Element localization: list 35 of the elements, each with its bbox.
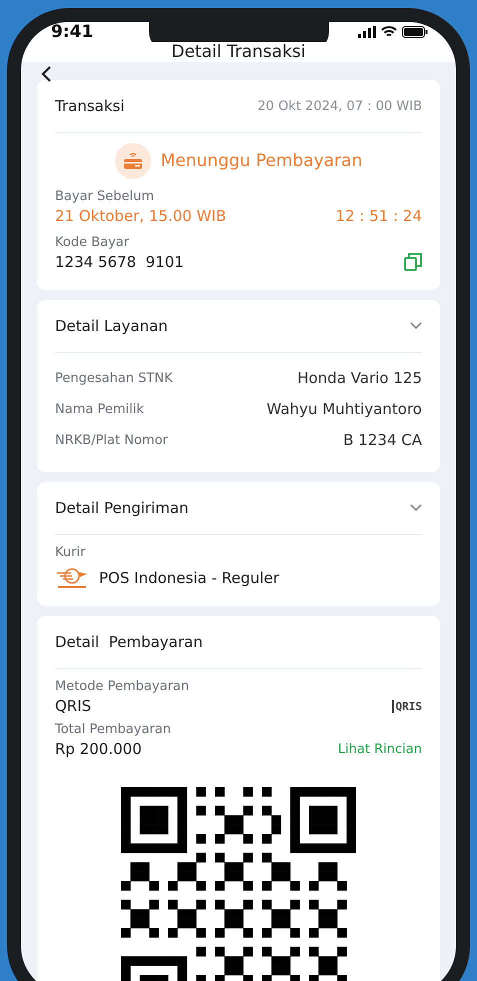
status-time: 9:41 <box>51 22 94 42</box>
card-payment-icon <box>114 143 151 179</box>
code-label: Kode Bayar <box>55 235 130 250</box>
method-value: QRIS <box>55 697 92 715</box>
courier-label: Kurir <box>55 545 86 560</box>
detail-label: Nama Pemilik <box>55 402 144 416</box>
card-title: Transaksi <box>55 97 124 115</box>
details-link[interactable]: Lihat Rincian <box>338 742 422 756</box>
detail-value: Honda Vario 125 <box>297 369 422 387</box>
detail-label: NRKB/Plat Nomor <box>55 432 168 448</box>
method-label: Metode Pembayaran <box>55 679 190 694</box>
battery-icon <box>402 26 428 38</box>
detail-value: Wahyu Muhtiyantoro <box>266 400 422 418</box>
card-title: Detail Layanan <box>55 317 168 335</box>
copy-icon[interactable] <box>404 253 422 271</box>
wifi-icon <box>381 26 397 38</box>
card-title: Detail Pengiriman <box>55 499 189 517</box>
chevron-down-icon[interactable] <box>410 504 422 512</box>
card-title: Detail Pembayaran <box>55 633 203 651</box>
due-date: 21 Oktober, 15.00 WIB <box>55 207 226 225</box>
signal-icon <box>358 26 376 38</box>
total-amount: Rp 200.000 <box>55 740 142 758</box>
page-title: Detail Transaksi <box>171 42 306 62</box>
chevron-down-icon[interactable] <box>410 322 422 330</box>
due-label: Bayar Sebelum <box>55 189 156 204</box>
detail-label: Pengesahan STNK <box>55 370 173 386</box>
qris-logo: QRIS <box>392 700 422 712</box>
detail-value: B 1234 CA <box>343 431 422 449</box>
countdown-timer: 12 : 51 : 24 <box>336 207 422 225</box>
total-label: Total Pembayaran <box>55 722 172 737</box>
courier-name: POS Indonesia - Reguler <box>99 569 280 587</box>
transaction-date: 20 Okt 2024, 07 : 00 WIB <box>258 98 422 114</box>
winged-globe-icon <box>55 567 89 589</box>
payment-code: 1234 5678 9101 <box>55 253 184 271</box>
payment-status: Menunggu Pembayaran <box>160 151 362 171</box>
